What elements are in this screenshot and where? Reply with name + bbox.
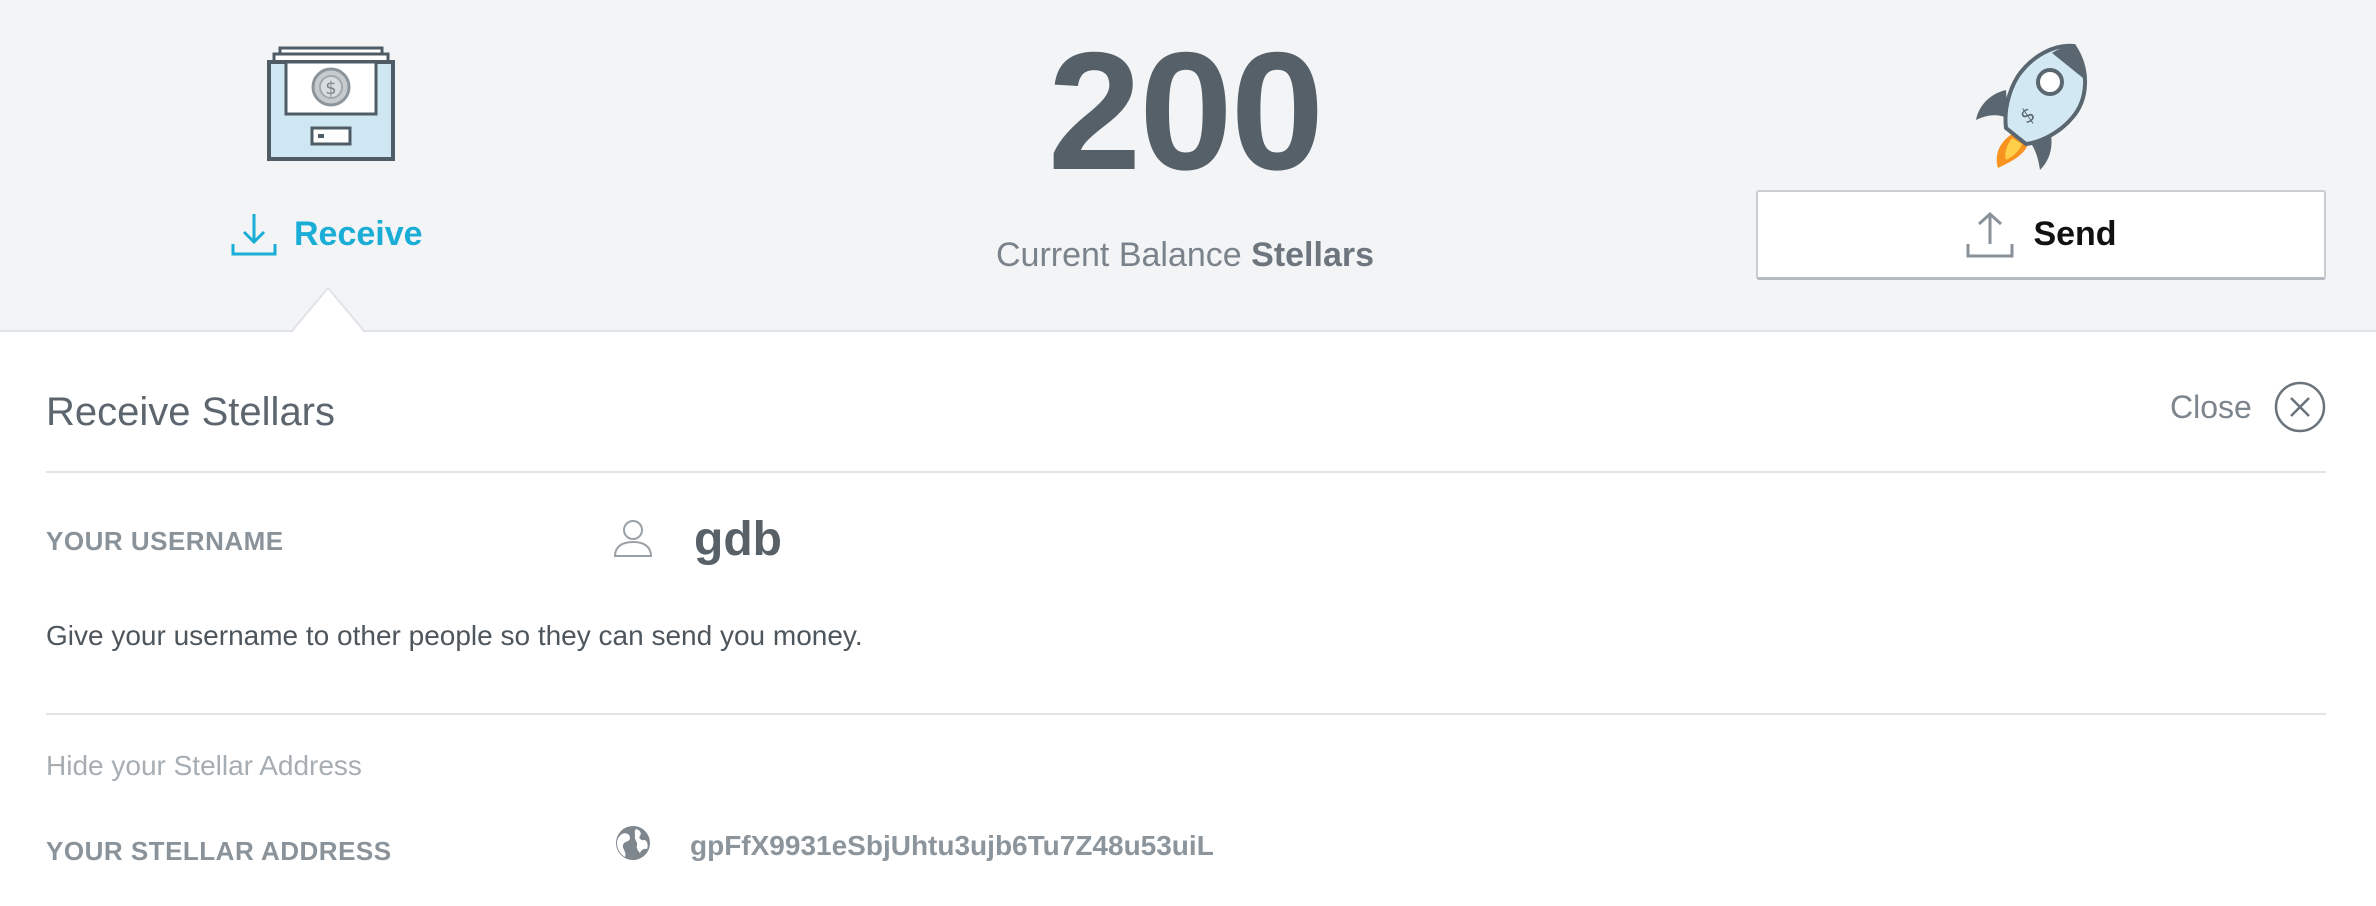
panel-divider-middle <box>46 713 2326 715</box>
panel-title: Receive Stellars <box>46 390 336 434</box>
username-help-text: Give your username to other people so th… <box>46 620 863 651</box>
cash-drawer-icon: $ <box>267 46 395 161</box>
username-label: YOUR USERNAME <box>46 526 284 556</box>
hide-address-link[interactable]: Hide your Stellar Address <box>46 750 362 782</box>
close-circle-icon <box>2274 381 2326 433</box>
svg-text:$: $ <box>325 78 336 99</box>
rocket-icon: $ <box>1976 43 2087 170</box>
close-button[interactable]: Close <box>2170 380 2326 434</box>
user-icon <box>613 520 653 557</box>
globe-icon <box>616 826 650 860</box>
balance-section: 200 Current Balance Stellars <box>900 17 1470 275</box>
stellar-wallet-page: $ Receive 200 Current Balance Stellars $… <box>0 0 2376 906</box>
receive-tab[interactable]: Receive <box>230 206 423 262</box>
balance-caption-prefix: Current Balance <box>996 236 1242 274</box>
balance-header: $ Receive 200 Current Balance Stellars $… <box>0 0 2376 334</box>
active-tab-pointer <box>291 286 365 334</box>
stellar-address-value: gpFfX9931eSbjUhtu3ujb6Tu7Z48u53uiL <box>690 830 1214 861</box>
balance-currency: Stellars <box>1251 236 1374 274</box>
send-label: Send <box>2033 215 2117 253</box>
panel-divider-top <box>46 471 2326 473</box>
balance-caption: Current Balance Stellars <box>900 236 1470 275</box>
balance-amount: 200 <box>1047 17 1324 205</box>
upload-icon <box>1966 211 2014 257</box>
username-value: gdb <box>694 513 782 566</box>
receive-label: Receive <box>294 214 423 253</box>
download-icon <box>231 214 277 256</box>
send-button[interactable]: Send <box>1756 190 2326 280</box>
close-label: Close <box>2170 388 2252 425</box>
address-label: YOUR STELLAR ADDRESS <box>46 836 392 866</box>
